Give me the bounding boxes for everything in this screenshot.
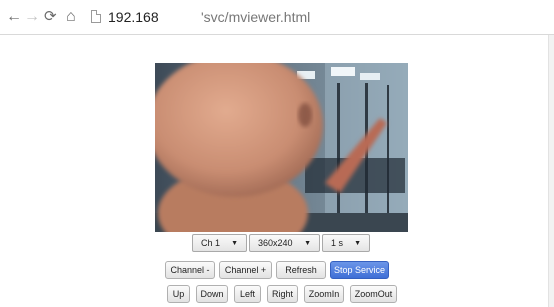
interval-select-value: 1 s [331,238,344,248]
resolution-select-value: 360x240 [258,238,293,248]
channel-select-value: Ch 1 [201,238,221,248]
camera-frame [155,63,408,232]
chevron-down-icon: ▼ [354,239,361,247]
reload-icon[interactable]: ⟳ [44,9,57,25]
right-button[interactable]: Right [267,285,298,303]
refresh-button[interactable]: Refresh [276,261,326,279]
interval-select[interactable]: 1 s ▼ [322,234,370,252]
channel-minus-button[interactable]: Channel - [165,261,215,279]
left-button[interactable]: Left [234,285,261,303]
zoom-in-button[interactable]: ZoomIn [304,285,344,303]
up-button[interactable]: Up [167,285,190,303]
stop-service-button[interactable]: Stop Service [330,261,389,279]
home-icon[interactable]: ⌂ [66,9,76,25]
zoom-out-button[interactable]: ZoomOut [350,285,397,303]
address-bar[interactable]: 192.168 'svc/mviewer.html [86,6,550,30]
page-content: Ch 1 ▼ 360x240 ▼ 1 s ▼ Channel - Channel… [0,35,548,307]
down-button[interactable]: Down [196,285,228,303]
forward-arrow-icon[interactable]: → [24,9,40,25]
vertical-scrollbar[interactable] [548,35,554,307]
chevron-down-icon: ▼ [231,239,238,247]
channel-plus-button[interactable]: Channel + [219,261,272,279]
page-icon [91,10,101,23]
camera-view-image [155,63,408,232]
chevron-down-icon: ▼ [304,239,311,247]
browser-toolbar: ← → ⟳ ⌂ 192.168 'svc/mviewer.html [0,0,554,34]
channel-select[interactable]: Ch 1 ▼ [192,234,247,252]
back-arrow-icon[interactable]: ← [6,9,22,25]
resolution-select[interactable]: 360x240 ▼ [249,234,320,252]
url-host: 192.168 [108,9,159,25]
url-path: 'svc/mviewer.html [201,9,311,25]
